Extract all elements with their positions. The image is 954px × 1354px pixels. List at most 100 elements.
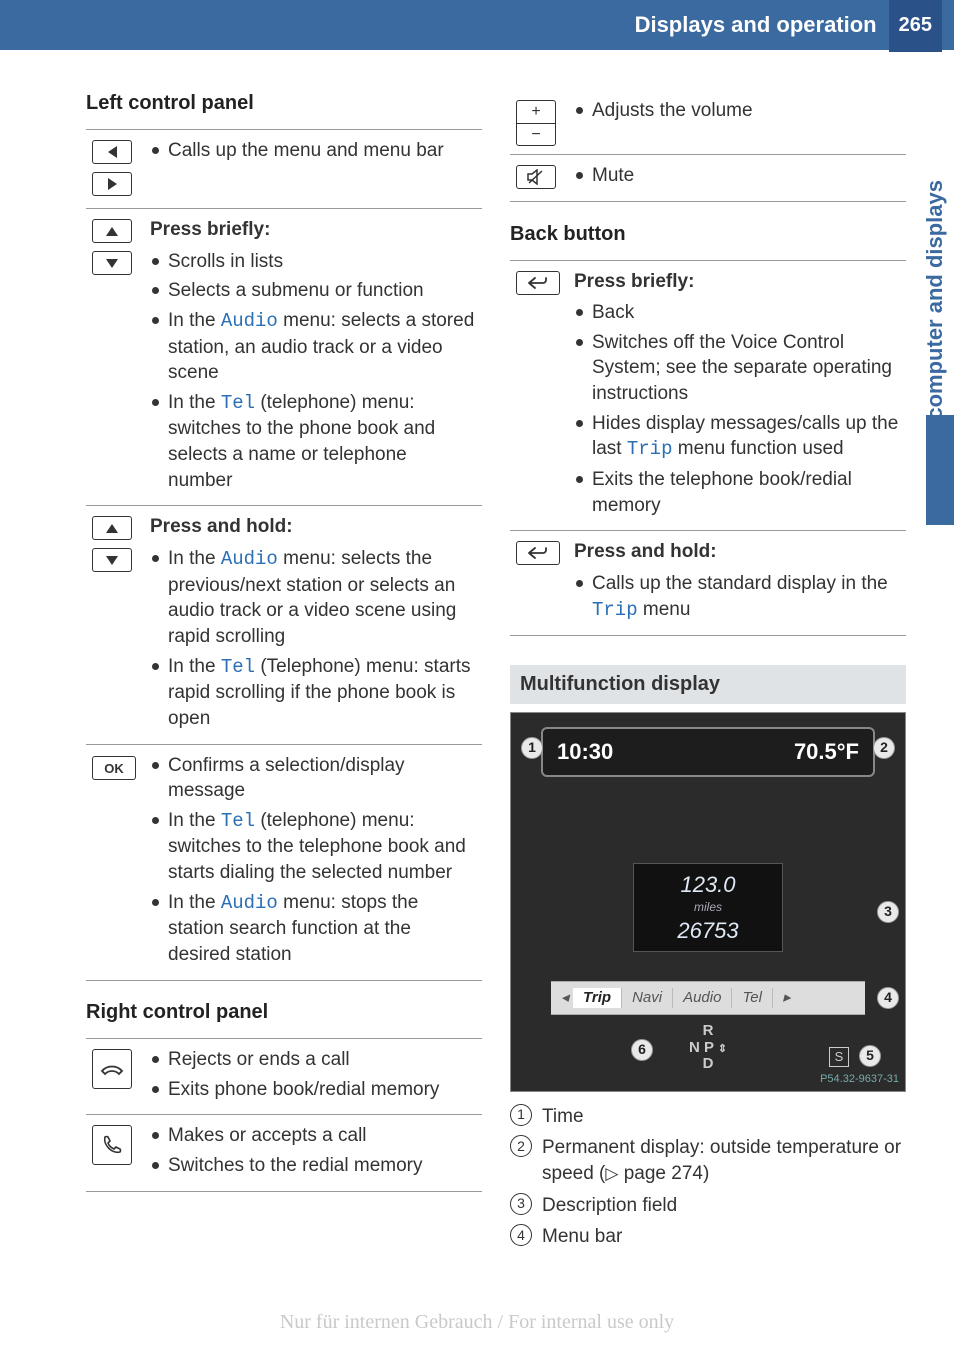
volume-up-icon: + <box>517 101 555 124</box>
row2-list: Scrolls in lists Selects a submenu or fun… <box>150 249 476 494</box>
row3-list: In the Audio menu: selects the previous/… <box>150 546 476 731</box>
menu-link: Audio <box>221 892 278 914</box>
list-item: In the Tel (telephone) menu: switches to… <box>150 808 476 886</box>
hangup-phone-icon <box>92 1049 132 1089</box>
menu-item-tel: Tel <box>732 988 772 1008</box>
list-item: In the Tel (Telephone) menu: starts rapi… <box>150 654 476 732</box>
menu-arrow-right-icon: ▸ <box>773 988 795 1008</box>
row4-list: Confirms a selection/display messageIn t… <box>150 753 476 968</box>
multifunction-display-figure: 10:30 70.5°F 123.0 miles 26753 ◂ Trip Na… <box>510 712 906 1092</box>
arrow-up-icon <box>92 219 132 243</box>
side-tab-label: On-board computer and displays <box>920 180 950 525</box>
watermark-text: Nur für internen Gebrauch / For internal… <box>0 1309 954 1336</box>
press-and-hold-label: Press and hold: <box>574 539 900 565</box>
figure-callout-4: 4 <box>877 987 899 1009</box>
callout-text: Time <box>542 1104 584 1130</box>
menu-link: Trip <box>592 599 638 621</box>
figure-id: P54.32-9637-31 <box>820 1072 899 1087</box>
list-item: In the Audio menu: stops the station sea… <box>150 890 476 968</box>
back-button-icon <box>516 541 560 565</box>
arrow-up-icon <box>92 516 132 540</box>
page-header: Displays and operation 265 <box>0 0 954 50</box>
list-item: In the Tel (telephone) menu: switches to… <box>150 390 476 494</box>
arrow-down-icon <box>92 548 132 572</box>
list-item: Calls up the menu and menu bar <box>150 138 476 164</box>
list-item: Exits phone book/redial memory <box>150 1077 476 1103</box>
up-down-arrow-keys <box>92 516 138 576</box>
display-s-badge: S <box>829 1047 849 1067</box>
back-button-table: Press briefly: BackSwitches off the Voic… <box>510 260 906 637</box>
figure-callout-2: 2 <box>873 737 895 759</box>
press-briefly-label: Press briefly: <box>574 269 900 295</box>
volume-down-icon: − <box>517 124 555 146</box>
arrow-right-icon <box>92 172 132 196</box>
list-item: Hides display messages/calls up the last… <box>574 411 900 463</box>
menu-item-audio: Audio <box>673 988 732 1008</box>
callout-text: Permanent display: outside temperature o… <box>542 1135 906 1186</box>
right-control-table-cont: + − Adjusts the volume Mute <box>510 90 906 203</box>
volume-rocker-icon: + − <box>516 100 556 146</box>
up-down-arrow-keys <box>92 219 138 279</box>
menu-link: Tel <box>221 810 255 832</box>
figure-callout-legend: 1 Time 2 Permanent display: outside tempera… <box>510 1104 906 1250</box>
heading-multifunction-display: Multifunction display <box>510 665 906 704</box>
heading-right-control-panel: Right control panel <box>86 999 482 1026</box>
back1-list: BackSwitches off the Voice Control Syste… <box>574 300 900 518</box>
list-item: Switches to the redial memory <box>150 1153 476 1179</box>
list-item: Confirms a selection/display message <box>150 753 476 804</box>
back2-list: Calls up the standard display in the Tri… <box>574 571 900 623</box>
menu-arrow-left-icon: ◂ <box>551 988 573 1008</box>
left-column: Left control panel Calls up the menu and… <box>86 90 482 1256</box>
callout-item: 4 Menu bar <box>510 1224 906 1250</box>
header-title: Displays and operation <box>635 10 889 40</box>
back-button-icon <box>516 271 560 295</box>
menu-link: Trip <box>627 438 673 460</box>
callout-item: 1 Time <box>510 1104 906 1130</box>
list-item: Calls up the standard display in the Tri… <box>574 571 900 623</box>
display-menu-bar: ◂ Trip Navi Audio Tel ▸ <box>551 981 865 1015</box>
right-column: + − Adjusts the volume Mute <box>510 90 906 1256</box>
display-gear-indicator: R N P ⇕ D <box>689 1023 727 1073</box>
press-and-hold-label: Press and hold: <box>150 514 476 540</box>
left-right-arrow-keys <box>92 140 138 200</box>
display-trip-readout: 123.0 miles 26753 <box>633 863 783 953</box>
list-item: Mute <box>574 163 900 189</box>
accept-phone-icon <box>92 1125 132 1165</box>
list-item: Makes or accepts a call <box>150 1123 476 1149</box>
figure-callout-5: 5 <box>859 1045 881 1067</box>
list-item: Back <box>574 300 900 326</box>
list-item: Scrolls in lists <box>150 249 476 275</box>
ok-button-icon: OK <box>92 756 136 780</box>
callout-number: 1 <box>510 1104 532 1126</box>
row5-list: Rejects or ends a call Exits phone book/r… <box>150 1047 476 1102</box>
callout-text: Description field <box>542 1193 677 1219</box>
press-briefly-label: Press briefly: <box>150 217 476 243</box>
list-item: In the Audio menu: selects a stored stat… <box>150 308 476 386</box>
callout-number: 4 <box>510 1224 532 1246</box>
menu-item-trip: Trip <box>573 988 622 1008</box>
callout-item: 2 Permanent display: outside temperature … <box>510 1135 906 1186</box>
callout-text: Menu bar <box>542 1224 622 1250</box>
heading-back-button: Back button <box>510 221 906 248</box>
menu-item-navi: Navi <box>622 988 673 1008</box>
right-control-table: Rejects or ends a call Exits phone book/r… <box>86 1038 482 1192</box>
figure-callout-3: 3 <box>877 901 899 923</box>
list-item: In the Audio menu: selects the previous/… <box>150 546 476 650</box>
left-control-table: Calls up the menu and menu bar Press bri… <box>86 129 482 981</box>
mute-icon <box>516 165 556 189</box>
menu-link: Audio <box>221 548 278 570</box>
row1-list: Calls up the menu and menu bar <box>150 138 476 164</box>
callout-number: 3 <box>510 1193 532 1215</box>
list-item: Rejects or ends a call <box>150 1047 476 1073</box>
arrow-down-icon <box>92 251 132 275</box>
figure-callout-1: 1 <box>521 737 543 759</box>
callout-number: 2 <box>510 1135 532 1157</box>
figure-callout-6: 6 <box>631 1039 653 1061</box>
menu-link: Tel <box>221 656 255 678</box>
callout-item: 3 Description field <box>510 1193 906 1219</box>
list-item: Selects a submenu or function <box>150 278 476 304</box>
page-number: 265 <box>889 0 942 52</box>
list-item: Exits the telephone book/redial memory <box>574 467 900 518</box>
display-temperature: 70.5°F <box>794 737 859 767</box>
menu-link: Tel <box>221 392 255 414</box>
